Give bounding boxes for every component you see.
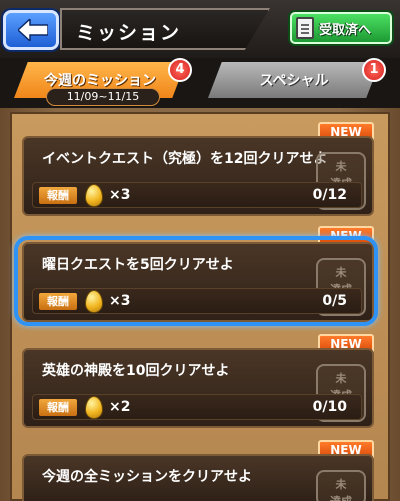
mission-card[interactable]: 今週の全ミッションをクリアせよ 未 達成	[22, 454, 374, 501]
back-arrow-icon	[18, 19, 48, 41]
mission-title: 今週の全ミッションをクリアせよ	[42, 469, 252, 485]
page-title: ミッション	[76, 22, 182, 44]
mission-progress: 0/12	[312, 187, 347, 203]
reward-quantity: ×2	[109, 399, 131, 415]
reward-row: 報酬 ×2 0/10	[32, 394, 362, 420]
mission-title: イベントクエスト（究極）を12回クリアせよ	[42, 151, 328, 167]
document-icon	[296, 17, 314, 39]
mission-title: 英雄の神殿を10回クリアせよ	[42, 363, 230, 379]
received-button[interactable]: 受取済へ	[290, 12, 392, 44]
back-button[interactable]	[3, 10, 59, 50]
reward-label: 報酬	[39, 399, 77, 416]
title-plate: ミッション	[60, 8, 270, 50]
tab-special[interactable]: スペシャル	[208, 62, 380, 98]
mission-card[interactable]: イベントクエスト（究極）を12回クリアせよ 未 達成 報酬 ×3 0/12	[22, 136, 374, 216]
incomplete-stamp: 未 達成	[316, 470, 366, 501]
reward-row: 報酬 ×3 0/12	[32, 182, 362, 208]
weekly-count-badge: 4	[168, 58, 192, 82]
reward-label: 報酬	[39, 187, 77, 204]
special-count-badge: 1	[362, 58, 386, 82]
selection-highlight	[14, 236, 378, 326]
mission-card[interactable]: 英雄の神殿を10回クリアせよ 未 達成 報酬 ×2 0/10	[22, 348, 374, 428]
received-button-label: 受取済へ	[319, 23, 372, 38]
tab-weekly-label: 今週のミッション	[44, 73, 156, 89]
egg-icon	[85, 396, 103, 419]
header-bar: ミッション 受取済へ	[0, 0, 400, 58]
mission-progress: 0/10	[312, 399, 347, 415]
egg-icon	[85, 184, 103, 207]
tab-special-label: スペシャル	[259, 73, 329, 89]
date-range: 11/09~11/15	[46, 88, 160, 106]
reward-quantity: ×3	[109, 187, 131, 203]
